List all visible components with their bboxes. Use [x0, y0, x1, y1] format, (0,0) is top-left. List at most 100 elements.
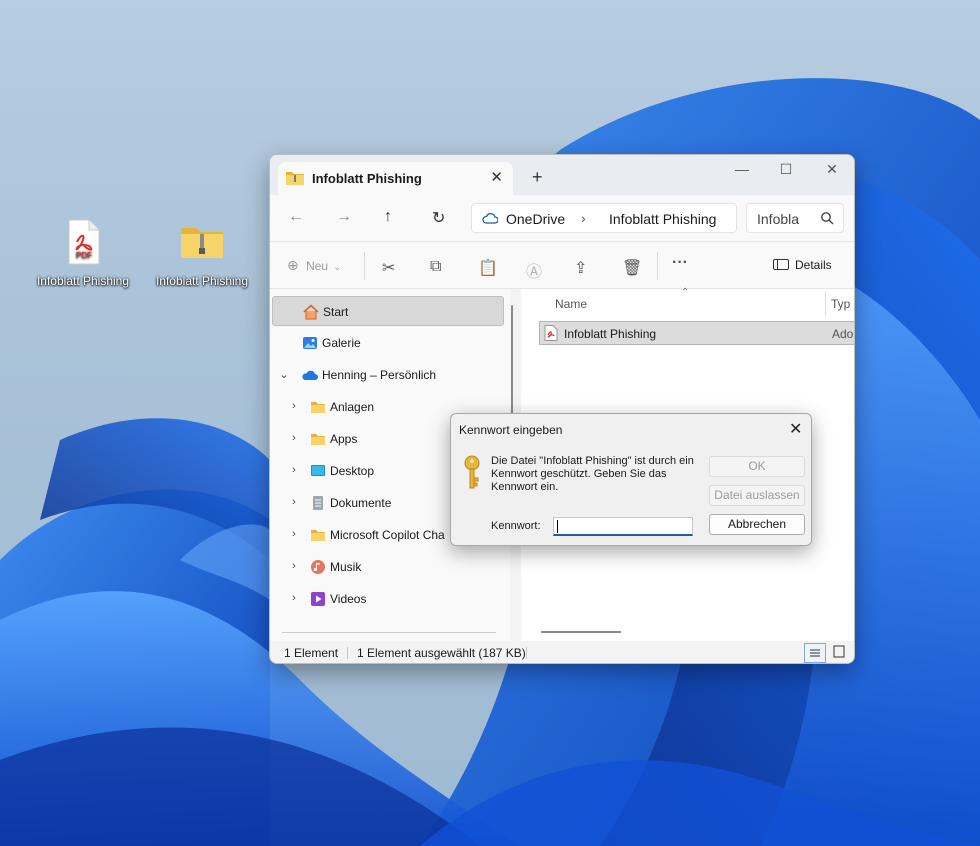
status-divider [526, 647, 527, 659]
chevron-down-icon[interactable]: ⌄ [278, 368, 290, 381]
column-header-type[interactable]: Typ [831, 297, 850, 311]
sidebar-item-label: Galerie [322, 336, 361, 350]
chevron-right-icon[interactable]: › [288, 560, 300, 572]
sidebar-item-label: Videos [330, 592, 367, 606]
pdf-file-icon: PDF [68, 219, 100, 265]
chevron-right-icon[interactable]: › [288, 464, 300, 476]
folder-icon [311, 434, 325, 445]
new-button[interactable]: ⊕ Neu ⌄ [287, 257, 341, 274]
sidebar-item-label: Dokumente [330, 496, 392, 510]
sidebar-item-videos[interactable]: › Videos [272, 584, 504, 614]
toolbar-divider [657, 252, 658, 280]
cancel-button[interactable]: Abbrechen [709, 514, 805, 535]
sidebar-divider [282, 632, 496, 633]
more-options-icon[interactable]: ··· [672, 254, 688, 272]
breadcrumb-chevron-icon[interactable]: › [581, 210, 586, 226]
breadcrumb-current[interactable]: Infoblatt Phishing [609, 211, 734, 227]
minimize-button[interactable]: — [727, 161, 757, 177]
chevron-right-icon[interactable]: › [288, 496, 300, 508]
details-pane-icon [773, 259, 789, 270]
share-icon[interactable]: ⇪ [574, 258, 587, 278]
sidebar-item-label: Musik [330, 560, 362, 574]
chevron-right-icon[interactable]: › [288, 528, 300, 540]
status-bar: 1 Element 1 Element ausgewählt (187 KB) [270, 641, 854, 663]
chevron-down-icon: ⌄ [333, 262, 341, 272]
rename-icon[interactable]: Ⓐ [526, 258, 542, 282]
new-tab-button[interactable]: + [532, 167, 543, 188]
skip-file-button[interactable]: Datei auslassen [709, 485, 805, 506]
up-arrow-icon[interactable]: ↑ [384, 208, 392, 226]
documents-icon [313, 496, 323, 510]
delete-icon[interactable]: 🗑 [622, 258, 642, 278]
navigation-bar: ← → ↑ ↻ OneDrive › Infoblatt Phishing In… [270, 195, 854, 241]
desktop-icon-label: Infoblatt Phishing [36, 274, 130, 288]
toolbar-divider [364, 252, 365, 280]
title-bar: Infoblatt Phishing ✕ + — ☐ ✕ [270, 155, 854, 195]
file-row[interactable]: Infoblatt Phishing Adob [539, 321, 854, 345]
details-label: Details [795, 258, 832, 272]
tab-close-icon[interactable]: ✕ [490, 168, 503, 186]
sidebar-item-galerie[interactable]: Galerie [272, 328, 504, 358]
gallery-icon [303, 337, 317, 349]
key-icon [464, 455, 480, 489]
folder-icon [311, 402, 325, 413]
file-name: Infoblatt Phishing [564, 327, 657, 341]
tab-infoblatt[interactable]: Infoblatt Phishing ✕ [278, 162, 513, 195]
sort-ascending-icon: ⌃ [681, 287, 690, 298]
onedrive-cloud-icon [482, 213, 498, 224]
maximize-button[interactable]: ☐ [771, 161, 801, 178]
search-box[interactable]: Infobla [746, 203, 844, 233]
password-dialog: Kennwort eingeben ✕ Die Datei "Infoblatt… [450, 413, 812, 546]
tab-title: Infoblatt Phishing [312, 171, 422, 186]
details-view-icon [810, 649, 820, 657]
chevron-right-icon[interactable]: › [288, 432, 300, 444]
sidebar-item-start[interactable]: Start [272, 296, 504, 326]
dialog-message: Die Datei "Infoblatt Phishing" ist durch… [491, 455, 694, 493]
status-divider [347, 647, 348, 659]
zip-folder-icon [286, 172, 304, 185]
music-icon [311, 560, 325, 574]
pdf-file-icon [544, 325, 558, 341]
back-arrow-icon[interactable]: ← [288, 208, 304, 226]
zip-folder-icon [181, 228, 223, 258]
search-icon[interactable] [820, 211, 834, 225]
ok-button[interactable]: OK [709, 456, 805, 477]
column-header-name[interactable]: Name [555, 297, 587, 311]
sidebar-item-label: Henning – Persönlich [322, 368, 437, 382]
breadcrumb-onedrive[interactable]: OneDrive [506, 211, 565, 227]
sidebar-item-label: Start [323, 305, 349, 319]
tiles-view-icon [833, 645, 845, 658]
chevron-right-icon[interactable]: › [288, 592, 300, 604]
dialog-close-icon[interactable]: ✕ [789, 419, 802, 439]
sidebar-item-label: Desktop [330, 464, 375, 478]
sidebar-item-onedrive-personal[interactable]: ⌄ Henning – Persönlich [272, 360, 504, 390]
horizontal-scrollbar[interactable] [541, 631, 621, 633]
password-field[interactable] [553, 517, 693, 536]
close-window-button[interactable]: ✕ [817, 161, 847, 178]
paste-icon[interactable]: 📋 [478, 258, 498, 278]
home-icon [303, 304, 319, 320]
onedrive-cloud-icon [302, 370, 318, 380]
chevron-right-icon[interactable]: › [288, 400, 300, 412]
videos-icon [311, 592, 325, 606]
desktop-icon-label: Infoblatt Phishing [155, 274, 249, 288]
desktop-icon-pdf[interactable]: PDF Infoblatt Phishing [35, 218, 131, 289]
sidebar-item-musik[interactable]: › Musik [272, 552, 504, 582]
sidebar-item-label: Microsoft Copilot Cha [330, 528, 445, 542]
item-count: 1 Element [284, 646, 339, 660]
folder-icon [311, 530, 325, 541]
details-button[interactable]: Details [773, 258, 832, 272]
new-button-label: Neu [306, 259, 329, 273]
refresh-icon[interactable]: ↻ [432, 208, 445, 228]
copy-icon[interactable]: ⧉ [430, 258, 441, 276]
password-label: Kennwort: [491, 520, 541, 532]
forward-arrow-icon[interactable]: → [336, 208, 352, 226]
sidebar-item-label: Apps [330, 432, 358, 446]
tiles-view-button[interactable] [829, 643, 851, 663]
desktop-icon-zip-folder[interactable]: Infoblatt Phishing [154, 218, 250, 289]
address-bar[interactable]: OneDrive › Infoblatt Phishing [471, 203, 737, 233]
search-input[interactable]: Infobla [757, 211, 799, 227]
details-view-button[interactable] [804, 643, 826, 663]
column-divider[interactable] [825, 291, 826, 317]
cut-icon[interactable]: ✂ [382, 258, 395, 278]
